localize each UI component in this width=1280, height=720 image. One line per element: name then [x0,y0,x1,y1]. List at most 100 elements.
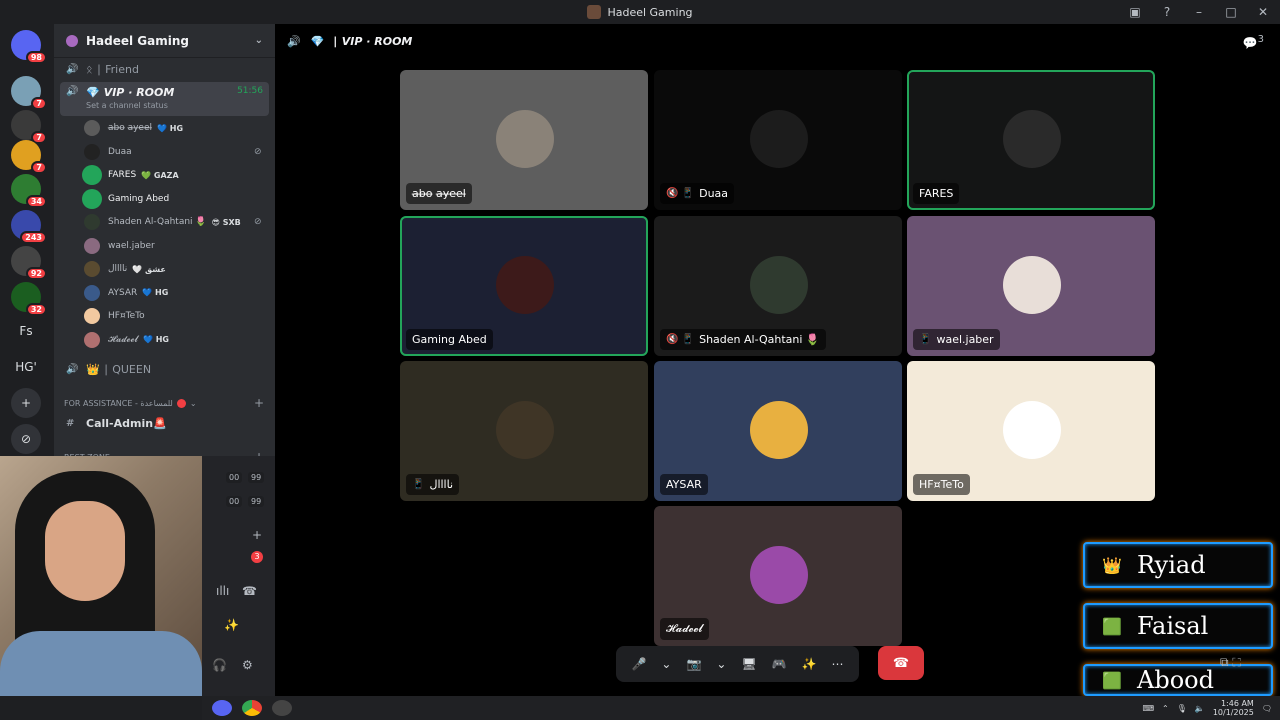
category-assistance[interactable]: FOR ASSISTANCE - للمساعدة ⌄ + [64,396,264,410]
participant-tile[interactable]: 𝓗𝓪𝓭𝓮𝓮𝓵 [654,506,902,646]
voice-user-name: AYSAR [108,287,138,298]
red-circle-icon [176,398,186,408]
participant-tile[interactable]: 📱 wael.jaber [907,216,1155,356]
volume-icon[interactable]: 🔈 [1195,704,1205,713]
close-button[interactable]: ✕ [1254,5,1272,19]
voice-user[interactable]: AYSAR 💙 HG [84,283,168,303]
screenshare-icon[interactable]: 🖥 [741,657,756,671]
chevron-up-icon[interactable]: ⌃ [1162,704,1169,713]
mic-icon[interactable]: 🎙 [1177,704,1187,713]
avatar [84,284,100,301]
microphone-icon[interactable]: 🎤 [631,657,646,671]
participant-name-label: HF¤TeTo [913,474,970,495]
participant-tile[interactable]: HF¤TeTo [907,361,1155,501]
text-channel-call-admin[interactable]: # Call-Admin🚨 [60,412,269,434]
server-item-11[interactable]: ⊘ [11,424,41,454]
user-tag: 😎 SXB [211,217,241,227]
server-item-5[interactable]: 243 [11,210,47,244]
server-label: ⊘ [20,432,32,446]
participant-avatar [750,401,808,459]
discord-app-icon[interactable] [212,700,232,716]
server-label: Fs [19,324,33,338]
hang-up-button[interactable]: ☎ [878,646,924,680]
keyboard-icon[interactable]: ⌨ [1142,704,1154,713]
server-item-1[interactable]: 7 [11,76,47,110]
server-item-9[interactable]: HG' [11,352,41,382]
add-channel-icon[interactable]: + [254,396,264,410]
inbox-icon[interactable]: ▣ [1126,5,1144,19]
server-badge-icon [66,34,78,47]
avatar [84,167,100,183]
voice-user[interactable]: Shaden Al-Qahtani 🌷 😎 SXB ⊘ [84,212,262,232]
soundboard-icon[interactable]: ✨ [224,618,239,632]
participant-avatar [750,110,808,168]
participant-tile[interactable]: AYSAR [654,361,902,501]
avatar [84,190,100,207]
voice-channel-vip-room[interactable]: 🔊 💎 VIP · ROOM 51:56 Set a channel statu… [60,82,269,116]
participant-tile[interactable]: 📱 ناااال [400,361,648,501]
minimize-button[interactable]: – [1190,5,1208,19]
participant-name-label: 🔇 📱 Shaden Al-Qahtani 🌷 [660,329,826,350]
voice-user[interactable]: FARES 💚 GAZA [84,165,179,185]
chevron-down-icon[interactable]: ⌄ [255,35,263,46]
notification-icon[interactable]: 🗨 [1262,704,1272,713]
server-item-2[interactable]: 7 [11,110,47,144]
more-icon[interactable]: ⋯ [831,657,843,671]
voice-channel-friend[interactable]: 🔊 ᛟ ∣ Friend [60,58,269,80]
system-tray: ⌨ ⌃ 🎙 🔈 1:46 AM 10/1/2025 🗨 [1142,699,1280,717]
avatar [84,237,100,254]
server-item-4[interactable]: 34 [11,174,47,208]
participant-avatar [496,256,554,314]
gear-icon[interactable]: ⚙ [242,658,253,672]
camera-off-icon[interactable]: 📷 [686,657,701,671]
headphones-icon[interactable]: 🎧 [212,658,227,672]
disconnect-icon[interactable]: ☎ [242,584,257,598]
obs-app-icon[interactable] [272,700,292,716]
os-taskbar: ⌨ ⌃ 🎙 🔈 1:46 AM 10/1/2025 🗨 [202,696,1280,720]
participant-name-label: 📱 ناااال [406,474,460,495]
participant-tile[interactable]: 🔇 📱 Duaa [654,70,902,210]
voice-user[interactable]: HF¤TeTo [84,306,145,326]
voice-channel-queen[interactable]: 🔊 👑 ∣ QUEEN [60,358,269,380]
participant-tile[interactable]: a̶b̶o̶ a̶y̶e̶e̶l̶ [400,70,648,210]
activity-icon[interactable]: 🎮 [772,657,787,671]
face [45,501,125,601]
server-item-6[interactable]: 92 [11,246,47,280]
help-icon[interactable]: ? [1158,5,1176,19]
channel-status[interactable]: Set a channel status [86,101,168,110]
voice-user-name: a̶b̶o̶ a̶y̶e̶e̶l̶ [108,123,153,133]
chrome-app-icon[interactable] [242,700,262,716]
voice-user[interactable]: Duaa ⊘ [84,142,262,162]
soundboard-icon[interactable]: ✨ [802,657,817,671]
participant-name: ناااال [429,478,454,491]
maximize-button[interactable]: □ [1222,5,1240,19]
voice-user[interactable]: a̶b̶o̶ a̶y̶e̶e̶l̶ 💙 HG [84,118,183,138]
server-icon [587,5,602,19]
crown-icon: 👑 [1102,555,1122,575]
server-item-7[interactable]: 32 [11,282,47,316]
participant-name: FARES [919,187,954,200]
soundwave-icon[interactable]: ıllı [216,584,229,598]
participant-tile[interactable]: 🔇 📱 Shaden Al-Qahtani 🌷 [654,216,902,356]
voice-user[interactable]: Gaming Abed [84,189,169,209]
add-icon[interactable]: + [252,528,262,542]
unread-badge: 3 [251,551,263,563]
voice-user[interactable]: 𝓗𝓪𝓭𝓮𝓮𝓵 💙 HG [84,330,169,350]
muted-icon: ⊘ [254,146,262,157]
participant-tile[interactable]: FARES [907,70,1155,210]
voice-user[interactable]: wael.jaber [84,236,155,256]
server-header[interactable]: Hadeel Gaming ⌄ [54,24,275,58]
participant-tile[interactable]: Gaming Abed [400,216,648,356]
server-item-8[interactable]: Fs [11,316,41,346]
camera-options-chevron[interactable]: ⌄ [716,657,726,671]
participant-avatar [750,546,808,604]
server-item-0[interactable]: 98 [11,30,47,64]
mic-options-chevron[interactable]: ⌄ [661,657,671,671]
popout-fullscreen-icons[interactable]: ⧉ ⛶ [1220,655,1241,670]
server-item-10[interactable]: + [11,388,41,418]
voice-user[interactable]: ناااال 🤍 عشق [84,259,166,279]
avatar [84,143,100,160]
avatar [84,261,100,277]
server-item-3[interactable]: 7 [11,140,47,174]
threads-icon[interactable]: 💬3 [1243,34,1264,50]
